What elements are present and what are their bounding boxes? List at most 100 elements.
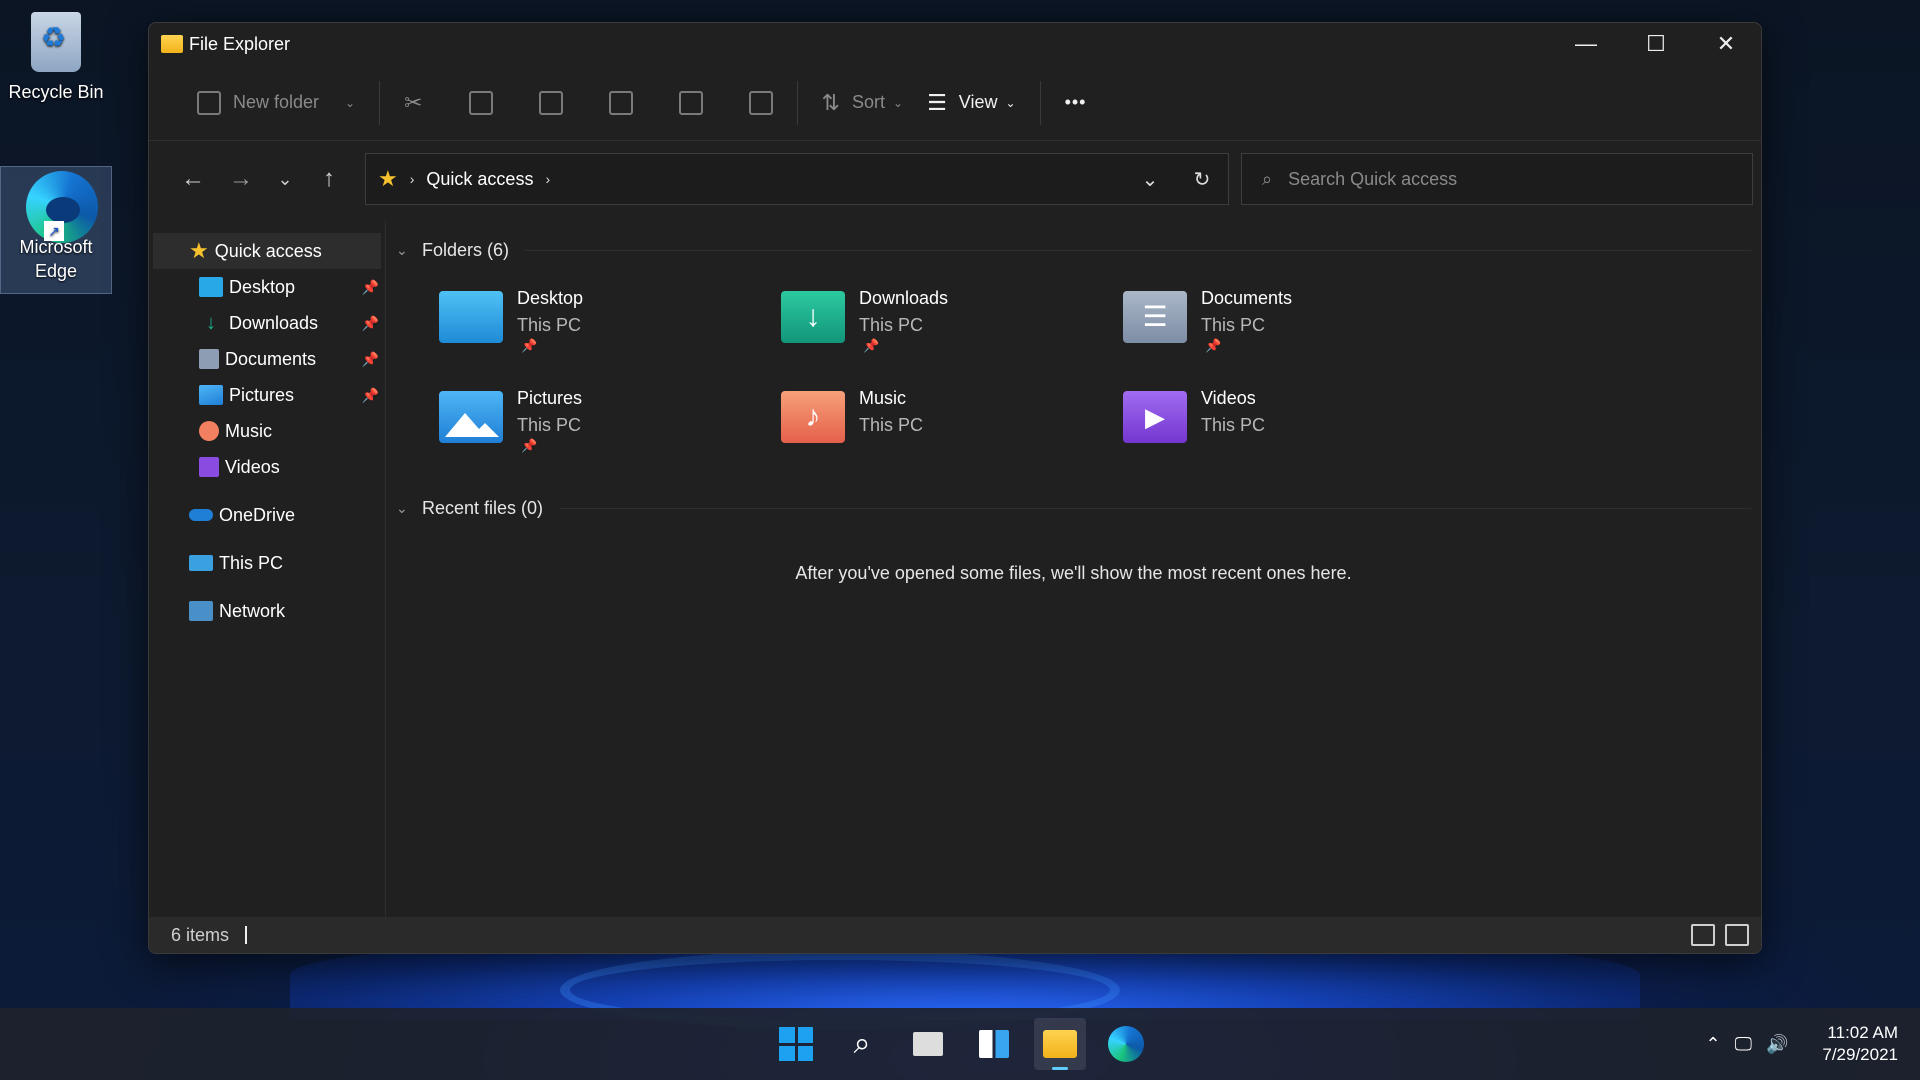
search-icon: ⌕ xyxy=(1262,168,1273,189)
address-bar[interactable]: ★ › Quick access › ⌄ ↻ xyxy=(365,153,1229,205)
sidebar-item-documents[interactable]: Documents 📌 xyxy=(149,341,385,377)
show-hidden-icons-chevron-icon[interactable]: ⌃ xyxy=(1705,1034,1720,1055)
delete-button[interactable] xyxy=(737,81,785,125)
sidebar-item-quick-access[interactable]: ★ Quick access xyxy=(153,233,381,269)
downloads-folder-icon: ↓ xyxy=(781,291,845,343)
search-input[interactable]: ⌕ Search Quick access xyxy=(1241,153,1753,205)
sidebar-item-label: Videos xyxy=(225,456,280,477)
recycle-bin-desktop-icon[interactable]: Recycle Bin xyxy=(0,8,112,104)
forward-arrow-icon[interactable]: → xyxy=(217,165,265,193)
see-more-button[interactable]: ••• xyxy=(1053,81,1099,125)
back-arrow-icon[interactable]: ← xyxy=(169,165,217,193)
details-view-icon[interactable] xyxy=(1691,924,1715,946)
refresh-icon[interactable]: ↻ xyxy=(1176,167,1228,192)
sidebar-item-label: Quick access xyxy=(214,240,322,261)
navigation-pane: ★ Quick access Desktop 📌 ↓ Downloads 📌 D… xyxy=(149,221,386,917)
large-icons-view-icon[interactable] xyxy=(1725,924,1749,946)
more-icon: ••• xyxy=(1064,92,1087,112)
volume-icon[interactable]: 🔊 xyxy=(1766,1034,1788,1055)
rename-button[interactable] xyxy=(597,81,645,125)
sidebar-item-this-pc[interactable]: This PC xyxy=(149,545,385,581)
widgets-button[interactable] xyxy=(968,1018,1020,1070)
sidebar-item-downloads[interactable]: ↓ Downloads 📌 xyxy=(149,305,385,341)
file-explorer-taskbar-button[interactable] xyxy=(1034,1018,1086,1070)
sort-button[interactable]: ⇅ Sort ⌄ xyxy=(810,81,916,125)
start-button[interactable] xyxy=(770,1018,822,1070)
task-view-button[interactable] xyxy=(902,1018,954,1070)
pin-icon: 📌 xyxy=(361,350,379,367)
new-folder-button[interactable]: New folder ⌄ xyxy=(185,81,367,125)
sort-label: Sort xyxy=(851,92,885,112)
folder-tile-pictures[interactable]: Pictures This PC 📌 xyxy=(439,385,781,453)
folder-tile-downloads[interactable]: ↓ Downloads This PC 📌 xyxy=(781,285,1123,353)
date: 7/29/2021 xyxy=(1822,1045,1898,1064)
windows-logo-icon xyxy=(779,1027,813,1061)
pictures-icon xyxy=(199,385,223,405)
sidebar-item-videos[interactable]: Videos xyxy=(149,449,385,485)
cut-button[interactable]: ✂ xyxy=(392,81,434,125)
music-folder-icon: ♪ xyxy=(781,391,845,443)
folder-location: This PC xyxy=(1201,415,1266,435)
clock[interactable]: 11:02 AM 7/29/2021 xyxy=(1822,1022,1898,1066)
sidebar-item-onedrive[interactable]: OneDrive xyxy=(149,497,385,533)
maximize-button[interactable]: ☐ xyxy=(1621,23,1691,65)
pictures-folder-icon xyxy=(439,391,503,443)
up-arrow-icon[interactable]: ↑ xyxy=(305,165,353,193)
file-explorer-window: File Explorer — ☐ ✕ New folder ⌄ ✂ ⇅ Sor… xyxy=(148,22,1762,954)
videos-icon xyxy=(199,457,219,477)
folder-tile-videos[interactable]: ▶ Videos This PC xyxy=(1123,385,1465,453)
share-button[interactable] xyxy=(667,81,715,125)
folder-location: This PC xyxy=(517,415,582,435)
cloud-icon xyxy=(189,509,213,521)
sidebar-item-pictures[interactable]: Pictures 📌 xyxy=(149,377,385,413)
edge-icon xyxy=(1108,1026,1144,1062)
edge-icon: ↗ xyxy=(26,167,98,243)
sidebar-item-desktop[interactable]: Desktop 📌 xyxy=(149,269,385,305)
paste-button[interactable] xyxy=(527,81,575,125)
chevron-down-icon: ⌄ xyxy=(396,241,408,258)
sidebar-item-label: This PC xyxy=(219,552,284,573)
recycle-bin-icon xyxy=(26,12,86,76)
address-dropdown-chevron-icon[interactable]: ⌄ xyxy=(1124,167,1176,192)
folder-tile-music[interactable]: ♪ Music This PC xyxy=(781,385,1123,453)
folder-tiles: Desktop This PC 📌 ↓ Downloads This PC 📌 ☰ Do… xyxy=(396,263,1751,453)
breadcrumb-chevron-icon[interactable]: › xyxy=(545,171,550,187)
sidebar-item-label: Network xyxy=(219,600,286,621)
search-button[interactable]: ⌕ xyxy=(836,1018,888,1070)
minimize-button[interactable]: — xyxy=(1551,23,1621,65)
pin-icon: 📌 xyxy=(521,438,538,453)
folder-location: This PC xyxy=(1201,315,1266,335)
title-bar[interactable]: File Explorer — ☐ ✕ xyxy=(149,23,1761,65)
shortcut-arrow-icon: ↗ xyxy=(44,221,64,241)
rename-icon xyxy=(608,90,633,115)
search-placeholder: Search Quick access xyxy=(1288,168,1458,189)
folder-tile-documents[interactable]: ☰ Documents This PC 📌 xyxy=(1123,285,1465,353)
view-button[interactable]: ☰ View ⌄ xyxy=(915,81,1028,125)
edge-desktop-icon[interactable]: ↗ Microsoft Edge xyxy=(0,166,112,294)
network-icon[interactable]: 🖵 xyxy=(1735,1034,1752,1055)
navigation-row: ← → ⌄ ↑ ★ › Quick access › ⌄ ↻ ⌕ Search … xyxy=(149,141,1761,217)
sidebar-item-music[interactable]: Music xyxy=(149,413,385,449)
documents-folder-icon: ☰ xyxy=(1123,291,1187,343)
folders-group-header[interactable]: ⌄ Folders (6) xyxy=(396,237,1751,263)
close-button[interactable]: ✕ xyxy=(1691,23,1761,65)
recent-files-group-header[interactable]: ⌄ Recent files (0) xyxy=(396,495,1751,521)
file-explorer-icon xyxy=(161,35,183,53)
breadcrumb-chevron-icon[interactable]: › xyxy=(410,171,415,187)
edge-taskbar-button[interactable] xyxy=(1100,1018,1152,1070)
pin-icon: 📌 xyxy=(1205,338,1222,353)
recent-locations-chevron-icon[interactable]: ⌄ xyxy=(265,169,305,190)
share-icon xyxy=(678,90,703,115)
copy-button[interactable] xyxy=(457,81,505,125)
search-icon: ⌕ xyxy=(853,1027,871,1060)
breadcrumb-quick-access[interactable]: Quick access xyxy=(426,169,533,190)
sidebar-item-network[interactable]: Network xyxy=(149,593,385,629)
folder-name: Documents xyxy=(1201,288,1293,308)
folder-name: Music xyxy=(859,388,907,408)
folder-tile-desktop[interactable]: Desktop This PC 📌 xyxy=(439,285,781,353)
view-label: View xyxy=(958,92,998,112)
widgets-icon xyxy=(979,1030,1009,1058)
sort-icon: ⇅ xyxy=(821,89,840,115)
sidebar-item-label: Pictures xyxy=(229,384,295,405)
item-count: 6 items xyxy=(171,924,230,945)
